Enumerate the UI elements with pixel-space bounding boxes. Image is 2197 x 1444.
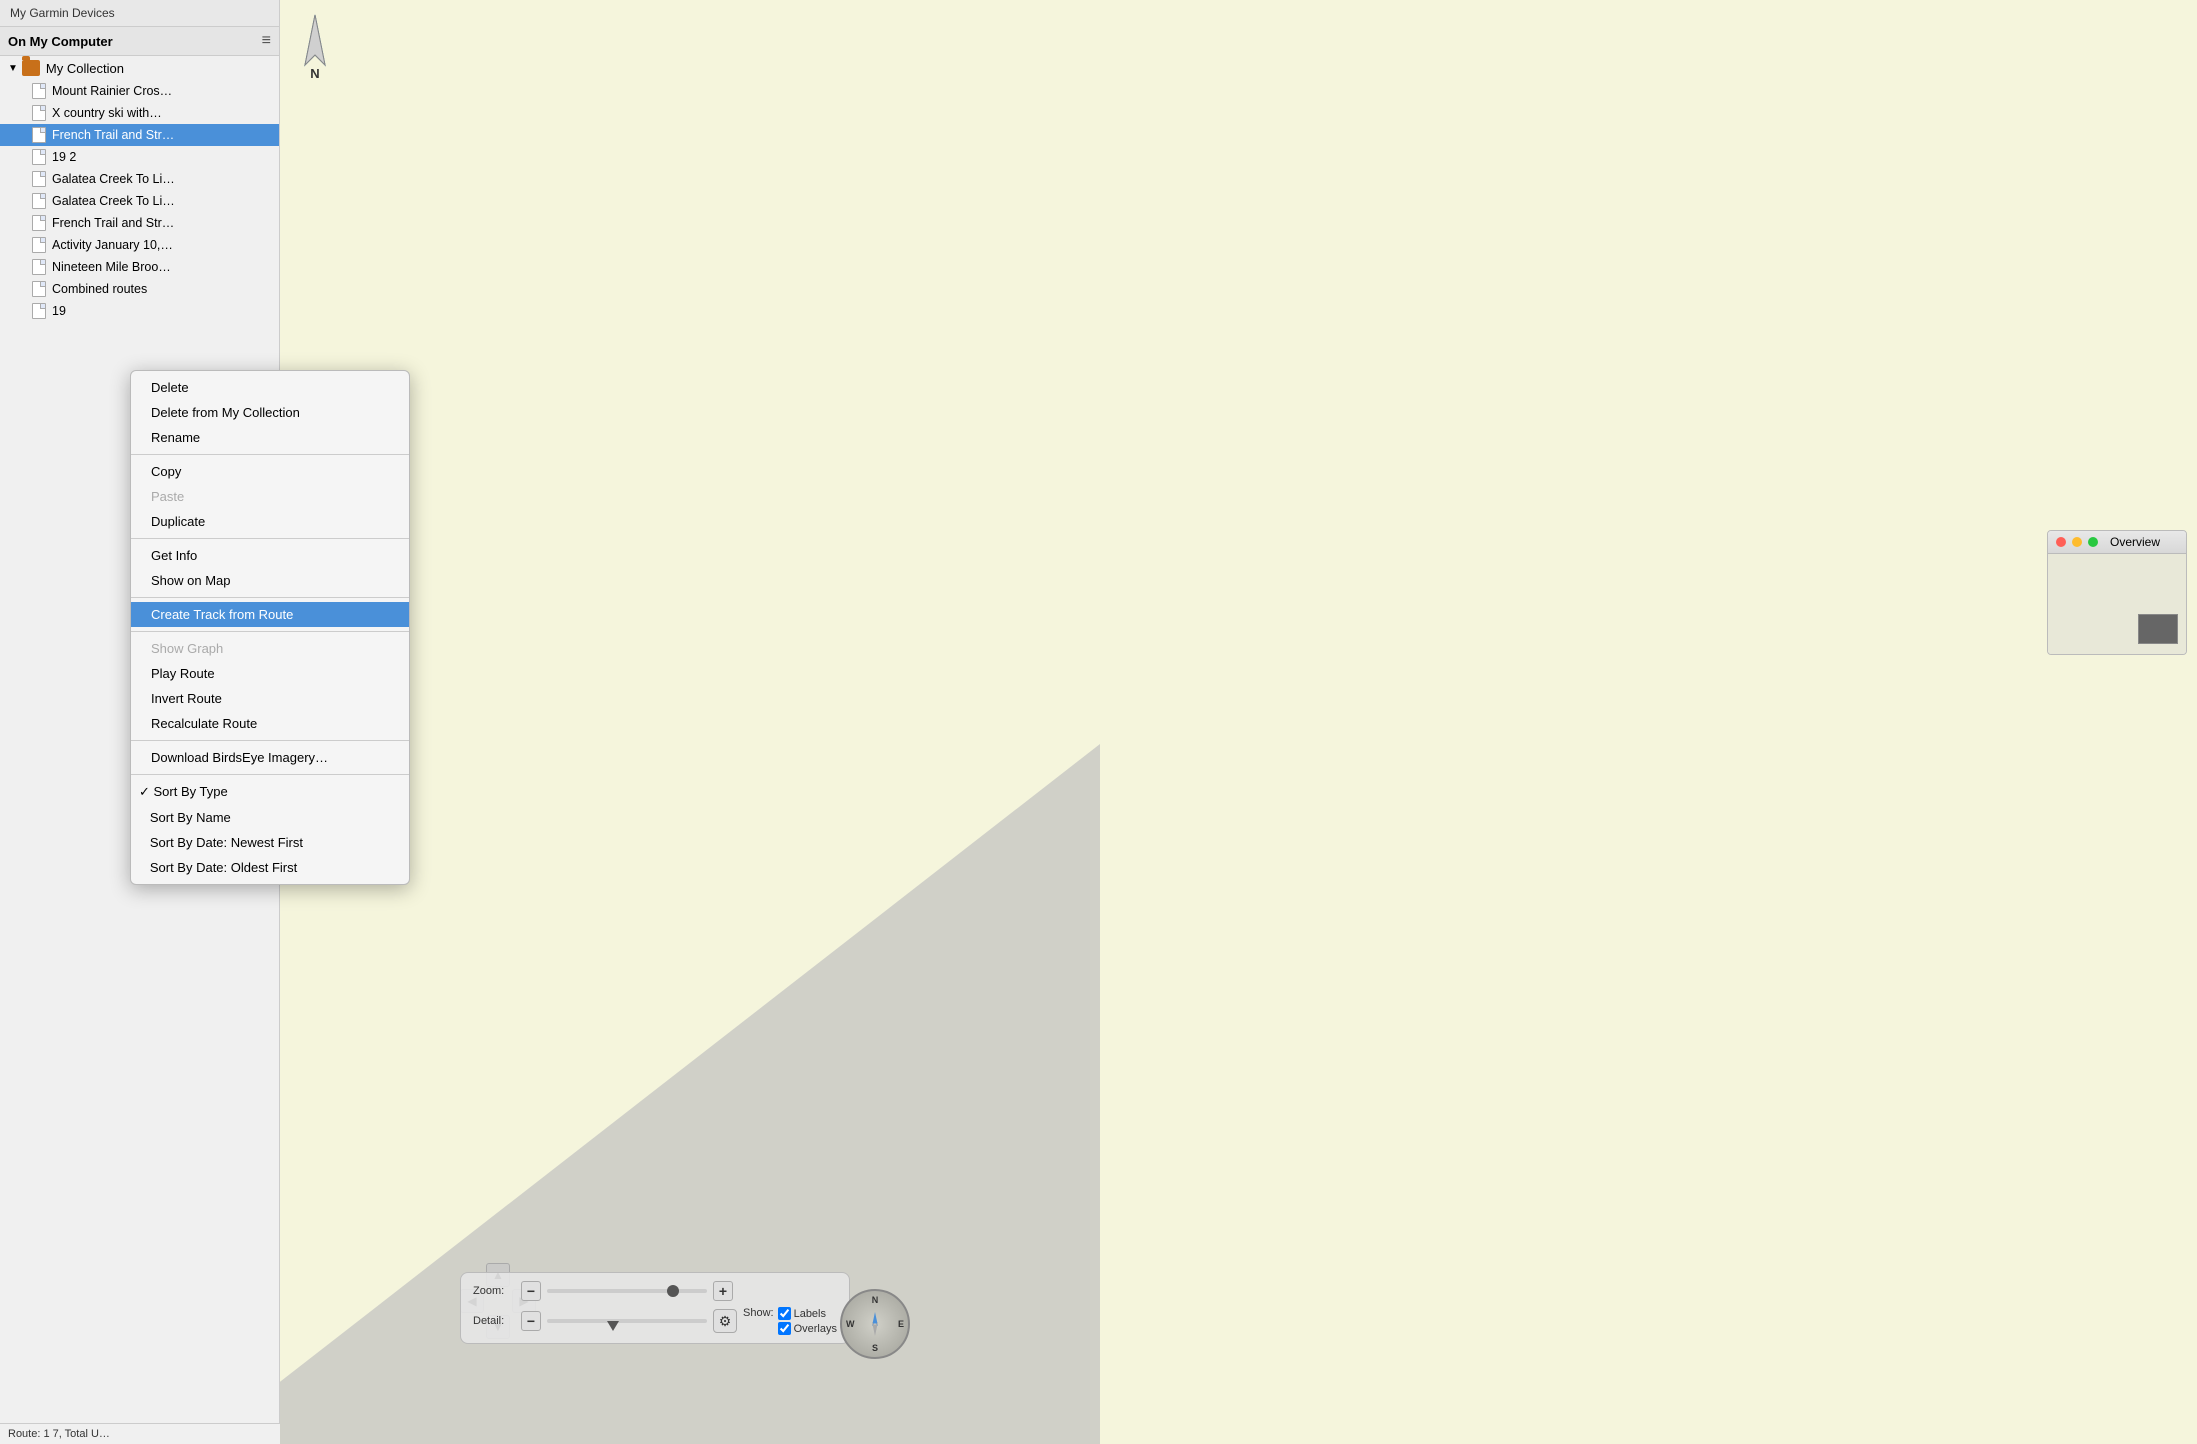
- map-controls-panel: Zoom: − + Detail: − ⚙ Show: Labels Overl…: [460, 1272, 850, 1344]
- doc-icon: [32, 215, 46, 231]
- menu-item-invert-route[interactable]: Invert Route: [131, 686, 409, 711]
- doc-icon: [32, 303, 46, 319]
- doc-icon: [32, 171, 46, 187]
- compass-s-label: S: [872, 1343, 878, 1353]
- menu-divider: [131, 454, 409, 455]
- detail-control-row: Detail: − ⚙ Show: Labels Overlays: [473, 1307, 837, 1335]
- menu-item-delete[interactable]: Delete: [131, 375, 409, 400]
- doc-icon: [32, 105, 46, 121]
- menu-item-duplicate[interactable]: Duplicate: [131, 509, 409, 534]
- list-item-combined-routes[interactable]: Combined routes: [0, 278, 279, 300]
- menu-item-sort-by-date-oldest[interactable]: Sort By Date: Oldest First: [131, 855, 409, 880]
- detail-slider-track[interactable]: [547, 1319, 707, 1323]
- detail-slider-thumb[interactable]: [607, 1321, 619, 1331]
- close-traffic-light[interactable]: [2056, 537, 2066, 547]
- svg-text:N: N: [310, 66, 319, 80]
- menu-item-create-track[interactable]: Create Track from Route: [131, 602, 409, 627]
- collection-folder-icon: [22, 60, 40, 76]
- detail-label: Detail:: [473, 1315, 515, 1327]
- menu-divider: [131, 774, 409, 775]
- compass-w-label: W: [846, 1319, 855, 1329]
- labels-text: Labels: [794, 1308, 826, 1320]
- show-section: Show: Labels Overlays: [743, 1307, 837, 1335]
- menu-item-copy[interactable]: Copy: [131, 459, 409, 484]
- overlays-text: Overlays: [794, 1323, 837, 1335]
- my-collection-folder[interactable]: ▼ My Collection: [0, 56, 279, 80]
- overlays-checkbox[interactable]: [778, 1322, 791, 1335]
- zoom-slider-track[interactable]: [547, 1289, 707, 1293]
- compass-rose: N S E W: [840, 1289, 910, 1359]
- compass-rose-inner: N S E W: [840, 1289, 910, 1359]
- route-info-panel: Route: 1 7, Total U…: [0, 1423, 280, 1444]
- menu-item-delete-from-collection[interactable]: Delete from My Collection: [131, 400, 409, 425]
- menu-item-sort-by-name[interactable]: Sort By Name: [131, 805, 409, 830]
- overview-map[interactable]: [2048, 554, 2187, 654]
- doc-icon: [32, 149, 46, 165]
- labels-checkbox[interactable]: [778, 1307, 791, 1320]
- doc-icon: [32, 281, 46, 297]
- overlays-checkbox-item[interactable]: Overlays: [778, 1322, 837, 1335]
- list-item[interactable]: X country ski with…: [0, 102, 279, 124]
- zoom-in-button[interactable]: +: [713, 1281, 733, 1301]
- list-item[interactable]: 19: [0, 300, 279, 322]
- list-item[interactable]: Nineteen Mile Broo…: [0, 256, 279, 278]
- menu-item-show-graph: Show Graph: [131, 636, 409, 661]
- detail-decrease-button[interactable]: −: [521, 1311, 541, 1331]
- menu-item-paste: Paste: [131, 484, 409, 509]
- maximize-traffic-light[interactable]: [2088, 537, 2098, 547]
- doc-icon: [32, 259, 46, 275]
- overview-title-bar: Overview: [2048, 531, 2186, 554]
- list-item[interactable]: French Trail and Str…: [0, 212, 279, 234]
- show-label: Show:: [743, 1307, 774, 1319]
- menu-item-get-info[interactable]: Get Info: [131, 543, 409, 568]
- zoom-label: Zoom:: [473, 1285, 515, 1297]
- doc-icon: [32, 127, 46, 143]
- menu-item-rename[interactable]: Rename: [131, 425, 409, 450]
- menu-item-download-birdseye[interactable]: Download BirdsEye Imagery…: [131, 745, 409, 770]
- doc-icon: [32, 237, 46, 253]
- menu-item-show-on-map[interactable]: Show on Map: [131, 568, 409, 593]
- list-item[interactable]: Activity January 10,…: [0, 234, 279, 256]
- doc-icon: [32, 193, 46, 209]
- context-menu: Delete Delete from My Collection Rename …: [130, 370, 410, 885]
- zoom-slider-thumb[interactable]: [667, 1285, 679, 1297]
- collection-arrow: ▼: [8, 63, 18, 74]
- menu-item-recalculate-route[interactable]: Recalculate Route: [131, 711, 409, 736]
- menu-item-play-route[interactable]: Play Route: [131, 661, 409, 686]
- menu-divider: [131, 740, 409, 741]
- zoom-control-row: Zoom: − +: [473, 1281, 837, 1301]
- doc-icon: [32, 83, 46, 99]
- compass-e-label: E: [898, 1319, 904, 1329]
- north-arrow: N: [290, 10, 340, 80]
- on-my-computer-header: On My Computer ≡: [0, 27, 279, 56]
- overview-panel: Overview: [2047, 530, 2187, 655]
- list-item-selected[interactable]: French Trail and Str…: [0, 124, 279, 146]
- compass-n-label: N: [872, 1295, 879, 1305]
- garmin-devices-header: My Garmin Devices: [0, 0, 279, 27]
- menu-divider: [131, 631, 409, 632]
- menu-item-sort-by-type[interactable]: ✓ Sort By Type: [131, 779, 409, 805]
- my-collection-label: My Collection: [46, 61, 124, 76]
- route-info-text: Route: 1 7, Total U…: [8, 1428, 110, 1440]
- list-item[interactable]: 19 2: [0, 146, 279, 168]
- overview-viewport-thumbnail: [2138, 614, 2178, 644]
- menu-item-sort-by-date-newest[interactable]: Sort By Date: Newest First: [131, 830, 409, 855]
- minimize-traffic-light[interactable]: [2072, 537, 2082, 547]
- overview-title: Overview: [2110, 535, 2160, 549]
- list-item[interactable]: Galatea Creek To Li…: [0, 168, 279, 190]
- menu-divider: [131, 597, 409, 598]
- menu-divider: [131, 538, 409, 539]
- list-item[interactable]: Galatea Creek To Li…: [0, 190, 279, 212]
- sidebar-menu-icon[interactable]: ≡: [262, 32, 271, 50]
- list-item[interactable]: Mount Rainier Cros…: [0, 80, 279, 102]
- labels-checkbox-item[interactable]: Labels: [778, 1307, 837, 1320]
- zoom-out-button[interactable]: −: [521, 1281, 541, 1301]
- settings-gear-button[interactable]: ⚙: [713, 1309, 737, 1333]
